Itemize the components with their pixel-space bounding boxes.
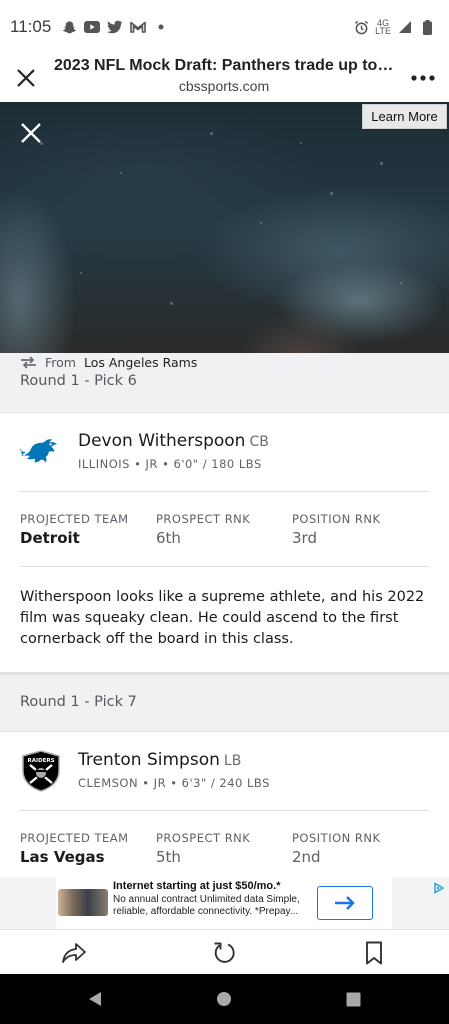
divider <box>20 491 429 492</box>
signal-icon <box>397 19 413 35</box>
ad-image-texture <box>300 142 302 144</box>
stat-projected-team: PROJECTED TEAM Detroit <box>20 512 129 547</box>
ad-image-texture <box>80 272 82 274</box>
home-button[interactable] <box>213 988 235 1010</box>
battery-icon <box>419 19 435 35</box>
stat-label: POSITION RNK <box>292 512 381 526</box>
stat-value: 3rd <box>292 529 317 547</box>
ad-headline: Internet starting at just $50/mo.* <box>113 880 281 892</box>
bookmark-button[interactable] <box>359 938 389 968</box>
ad-body: No annual contract Unlimited data Simple… <box>113 894 300 917</box>
network-lte-label: LTE <box>375 26 391 36</box>
ad-image-texture <box>260 222 262 224</box>
stat-value: 5th <box>156 848 181 866</box>
share-icon <box>62 943 86 963</box>
bottom-toolbar <box>0 929 449 974</box>
bookmark-icon <box>366 941 382 965</box>
learn-more-button[interactable]: Learn More <box>362 104 447 129</box>
trade-from-label: From <box>45 355 76 370</box>
notification-icons <box>61 19 169 35</box>
adchoices-icon <box>434 882 445 894</box>
ad-cta-button[interactable] <box>317 886 373 920</box>
ad-image-texture <box>210 132 213 135</box>
player-card: RAIDERS Trenton Simpson LB CLEMSON • JR •… <box>0 732 449 877</box>
home-icon <box>217 992 231 1006</box>
pick-header: Round 1 - Pick 7 <box>0 672 449 732</box>
banner-ad-content[interactable]: Internet starting at just $50/mo.* No an… <box>56 877 392 929</box>
ad-close-button[interactable] <box>16 118 46 148</box>
stat-label: PROSPECT RNK <box>156 512 251 526</box>
raiders-wordmark: RAIDERS <box>27 758 54 764</box>
player-card: Devon Witherspoon CB ILLINOIS • JR • 6'0"… <box>0 413 449 672</box>
stat-position-rank: POSITION RNK 2nd <box>292 831 381 866</box>
custom-tab-header: 2023 NFL Mock Draft: Panthers trade up t… <box>0 54 449 102</box>
round-pick-label: Round 1 - Pick 6 <box>20 373 137 389</box>
status-bar: 11:05 4G LTE <box>0 0 449 54</box>
player-name-row: Devon Witherspoon CB <box>78 431 269 451</box>
alarm-icon <box>353 19 369 35</box>
ad-image-texture <box>400 282 402 284</box>
trade-note: From Los Angeles Rams <box>20 355 197 370</box>
stat-projected-team: PROJECTED TEAM Las Vegas <box>20 831 129 866</box>
divider <box>20 810 429 811</box>
close-icon <box>17 69 35 87</box>
system-navigation-bar <box>0 974 449 1024</box>
back-button[interactable] <box>84 988 106 1010</box>
trade-arrows-icon <box>21 356 36 369</box>
recents-icon <box>346 992 360 1006</box>
youtube-icon <box>84 19 101 35</box>
las-vegas-raiders-logo: RAIDERS <box>20 750 62 792</box>
player-meta: ILLINOIS • JR • 6'0" / 180 LBS <box>78 457 262 471</box>
divider <box>20 566 429 567</box>
stat-value: Detroit <box>20 529 80 547</box>
stat-prospect-rank: PROSPECT RNK 6th <box>156 512 250 547</box>
share-button[interactable] <box>59 938 89 968</box>
player-name[interactable]: Devon Witherspoon <box>78 431 245 451</box>
close-tab-button[interactable] <box>12 64 40 92</box>
stat-position-rank: POSITION RNK 3rd <box>292 512 381 547</box>
stat-label: POSITION RNK <box>292 831 381 845</box>
ad-image-texture <box>170 302 173 305</box>
back-icon <box>89 992 101 1006</box>
trade-from-team: Los Angeles Rams <box>83 355 198 370</box>
refresh-icon <box>214 942 235 963</box>
detroit-lions-logo <box>20 431 62 473</box>
banner-ad: Internet starting at just $50/mo.* No an… <box>0 877 449 929</box>
stat-label: PROJECTED TEAM <box>20 512 129 526</box>
player-name-row: Trenton Simpson LB <box>78 750 241 770</box>
stat-label: PROJECTED TEAM <box>20 831 129 845</box>
page-title: 2023 NFL Mock Draft: Panthers trade up t… <box>54 57 394 74</box>
player-meta: CLEMSON • JR • 6'3" / 240 LBS <box>78 776 270 790</box>
snapchat-icon <box>61 19 77 35</box>
overflow-menu-button[interactable] <box>409 64 437 92</box>
close-icon <box>21 123 41 143</box>
refresh-button[interactable] <box>209 938 239 968</box>
video-ad[interactable]: Learn More <box>0 102 449 355</box>
stat-value: Las Vegas <box>20 848 105 866</box>
stat-prospect-rank: PROSPECT RNK 5th <box>156 831 250 866</box>
player-name[interactable]: Trenton Simpson <box>78 750 220 770</box>
gmail-icon <box>130 19 147 35</box>
player-position: CB <box>249 434 269 450</box>
twitter-icon <box>107 19 123 35</box>
arrow-right-icon <box>335 896 355 910</box>
ad-image-texture <box>330 192 333 195</box>
dot-icon <box>153 19 169 35</box>
lte-icon: 4G LTE <box>375 19 391 36</box>
player-position: LB <box>223 753 242 769</box>
recents-button[interactable] <box>342 988 364 1010</box>
more-vert-icon <box>411 75 435 81</box>
ad-image-texture <box>120 172 122 174</box>
status-time: 11:05 <box>10 17 52 36</box>
round-pick-label: Round 1 - Pick 7 <box>20 694 137 710</box>
stat-value: 2nd <box>292 848 321 866</box>
system-icons: 4G LTE <box>353 19 435 36</box>
stat-label: PROSPECT RNK <box>156 831 251 845</box>
ad-thumbnail <box>58 889 108 916</box>
stat-value: 6th <box>156 529 181 547</box>
ad-image-texture <box>380 162 383 165</box>
adchoices-button[interactable] <box>433 879 445 898</box>
player-analysis: Witherspoon looks like a supreme athlete… <box>20 589 425 647</box>
page-domain: cbssports.com <box>178 78 270 94</box>
